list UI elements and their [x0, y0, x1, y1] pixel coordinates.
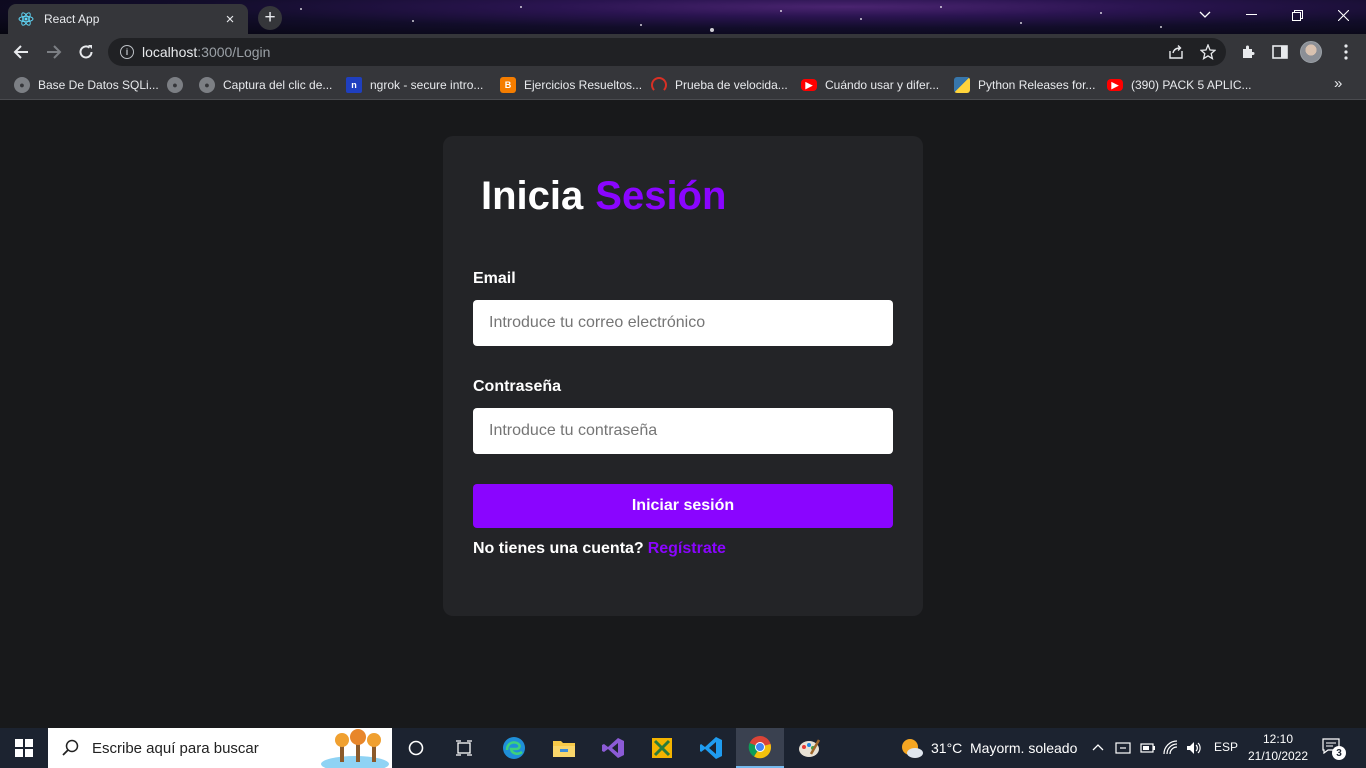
password-field[interactable] — [473, 408, 893, 454]
search-placeholder: Escribe aquí para buscar — [92, 739, 259, 757]
search-icon — [62, 739, 79, 756]
notification-count: 3 — [1332, 746, 1346, 760]
bookmarks-bar: ● Base De Datos SQLi... ● ● Captura del … — [0, 70, 1366, 100]
notifications-icon[interactable]: 3 — [1322, 738, 1346, 760]
youtube-icon: ▶ — [1107, 79, 1123, 91]
bookmark-star-icon[interactable] — [1196, 40, 1220, 64]
ngrok-icon: n — [346, 77, 362, 93]
globe-icon: ● — [167, 77, 183, 93]
bookmark-item[interactable]: ● Captura del clic de... — [199, 76, 332, 94]
react-icon — [18, 12, 34, 26]
tab-title: React App — [44, 12, 100, 26]
extensions-icon[interactable] — [1236, 40, 1260, 64]
email-label: Email — [473, 270, 516, 287]
cortana-icon[interactable] — [392, 728, 440, 768]
weather-icon[interactable] — [900, 737, 924, 759]
windows-taskbar: Escribe aquí para buscar 31°C Mayorm. so… — [0, 728, 1366, 768]
clock-date: 21/10/2022 — [1247, 749, 1309, 763]
bookmark-label: Python Releases for... — [978, 78, 1096, 92]
edge-icon[interactable] — [490, 728, 538, 768]
email-field[interactable] — [473, 300, 893, 346]
taskbar-search[interactable]: Escribe aquí para buscar — [48, 728, 392, 768]
tab-close-icon[interactable]: × — [222, 11, 238, 28]
menu-icon[interactable] — [1334, 40, 1358, 64]
weather-temperature[interactable]: 31°C — [931, 740, 962, 756]
meet-now-icon[interactable] — [1115, 740, 1131, 756]
speedtest-icon — [651, 77, 667, 93]
file-explorer-icon[interactable] — [540, 728, 588, 768]
clock-time: 12:10 — [1262, 732, 1294, 746]
bookmark-item[interactable]: B Ejercicios Resueltos... — [500, 76, 642, 94]
more-bookmarks-icon[interactable]: » — [1334, 75, 1342, 92]
bookmark-item[interactable]: ● — [167, 76, 191, 94]
bookmark-label: Cuándo usar y difer... — [825, 78, 940, 92]
globe-icon: ● — [199, 77, 215, 93]
new-tab-button[interactable]: + — [258, 6, 282, 30]
profile-avatar[interactable] — [1300, 41, 1322, 63]
close-window-icon[interactable] — [1320, 0, 1366, 30]
globe-icon: ● — [14, 77, 30, 93]
weather-description[interactable]: Mayorm. soleado — [970, 740, 1077, 756]
blogger-icon: B — [500, 77, 516, 93]
app-icon-xampp[interactable] — [638, 728, 686, 768]
forward-icon[interactable] — [41, 39, 67, 65]
title-word-2: Sesión — [595, 174, 727, 218]
tab-search-icon[interactable] — [1182, 0, 1228, 30]
restore-icon[interactable] — [1274, 0, 1320, 30]
bookmark-item[interactable]: ▶ (390) PACK 5 APLIC... — [1107, 76, 1252, 94]
chrome-icon[interactable] — [736, 728, 784, 768]
back-icon[interactable] — [8, 39, 34, 65]
login-title: Inicia Sesión — [481, 174, 726, 219]
side-panel-icon[interactable] — [1268, 40, 1292, 64]
task-view-icon[interactable] — [440, 728, 488, 768]
share-icon[interactable] — [1164, 40, 1188, 64]
bookmark-label: Ejercicios Resueltos... — [524, 78, 643, 92]
reload-icon[interactable] — [73, 39, 99, 65]
url-host: localhost — [142, 44, 198, 60]
signup-link[interactable]: Regístrate — [648, 540, 726, 557]
python-icon — [954, 77, 970, 93]
minimize-icon[interactable] — [1228, 0, 1274, 30]
address-bar[interactable]: i localhost:3000/Login — [108, 38, 1226, 66]
bookmark-label: Captura del clic de... — [223, 78, 333, 92]
signup-prompt: No tienes una cuenta? Regístrate — [473, 540, 726, 558]
youtube-icon: ▶ — [801, 79, 817, 91]
bookmark-item[interactable]: ▶ Cuándo usar y difer... — [801, 76, 939, 94]
bookmark-item[interactable]: Prueba de velocida... — [651, 76, 788, 94]
bookmark-label: Prueba de velocida... — [675, 78, 788, 92]
bookmark-label: ngrok - secure intro... — [370, 78, 484, 92]
windows-start-icon[interactable] — [0, 728, 48, 768]
bookmark-label: Base De Datos SQLi... — [38, 78, 159, 92]
clock[interactable]: 12:10 21/10/2022 — [1244, 731, 1312, 765]
bookmark-item[interactable]: Python Releases for... — [954, 76, 1095, 94]
chevron-up-icon[interactable] — [1092, 743, 1104, 751]
signup-prompt-text: No tienes una cuenta? — [473, 540, 644, 557]
login-button[interactable]: Iniciar sesión — [473, 484, 893, 528]
bookmark-label: (390) PACK 5 APLIC... — [1131, 78, 1252, 92]
vscode-icon[interactable] — [687, 728, 735, 768]
url-path: :3000/Login — [197, 44, 271, 60]
bookmark-item[interactable]: ● Base De Datos SQLi... — [14, 76, 159, 94]
password-label: Contraseña — [473, 378, 562, 395]
browser-toolbar: i localhost:3000/Login — [0, 34, 1366, 70]
volume-icon[interactable] — [1186, 740, 1202, 756]
battery-icon[interactable] — [1140, 742, 1156, 754]
site-info-icon[interactable]: i — [120, 45, 134, 59]
tab-react-app[interactable]: React App × — [8, 4, 248, 34]
bookmark-item[interactable]: n ngrok - secure intro... — [346, 76, 483, 94]
visual-studio-icon[interactable] — [589, 728, 637, 768]
login-card: IniciaSesión Email Contraseña Iniciar se… — [443, 136, 923, 616]
paint-icon[interactable] — [785, 728, 833, 768]
search-highlight-image — [321, 729, 389, 768]
network-icon[interactable] — [1163, 740, 1179, 756]
browser-tab-strip: React App × + — [0, 0, 1366, 34]
language-indicator[interactable]: ESP — [1214, 740, 1238, 754]
title-word-1: Inicia — [481, 174, 584, 218]
